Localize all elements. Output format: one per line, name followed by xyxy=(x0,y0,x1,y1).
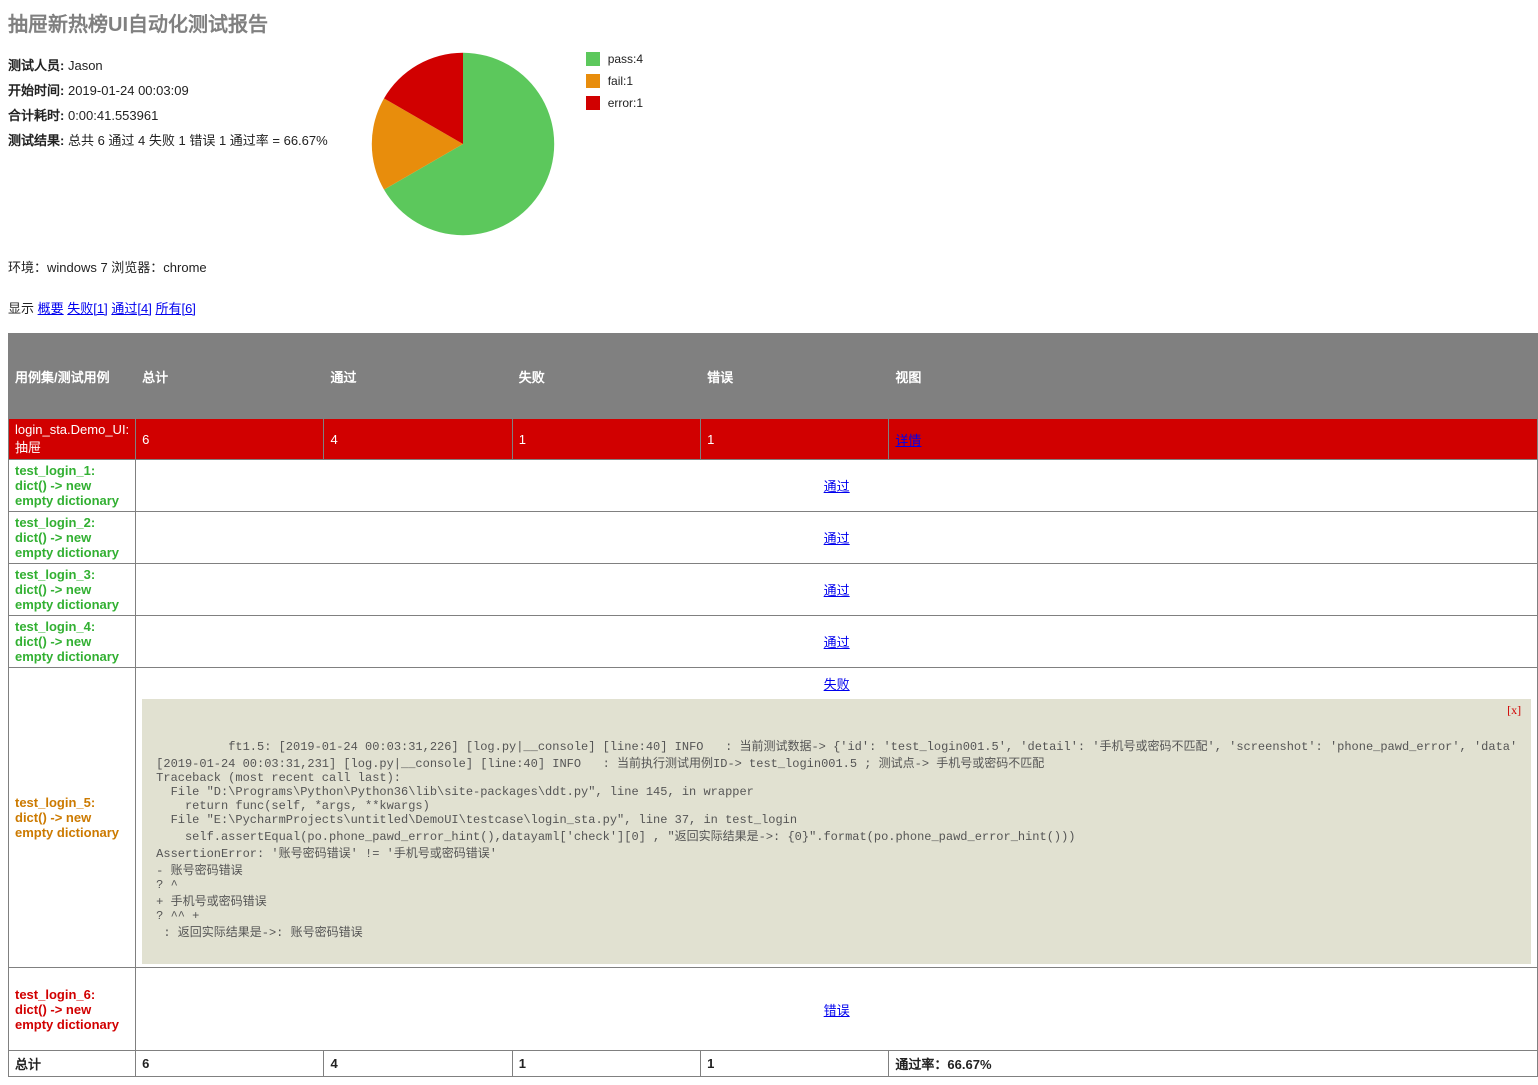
test6-view[interactable]: 错误 xyxy=(824,1003,850,1018)
test-row-1: test_login_1: dict() -> new empty dictio… xyxy=(9,460,1538,512)
totals-fail: 1 xyxy=(512,1051,700,1077)
group-fail: 1 xyxy=(512,419,700,460)
test1-name: test_login_1: dict() -> new empty dictio… xyxy=(9,460,136,512)
show-pass-link[interactable]: 通过[4] xyxy=(111,301,151,316)
swatch-fail-icon xyxy=(586,74,600,88)
legend-fail-label: fail:1 xyxy=(608,74,633,88)
pie-chart xyxy=(368,49,558,239)
group-error: 1 xyxy=(701,419,889,460)
duration-label: 合计耗时: xyxy=(8,108,64,123)
test3-name: test_login_3: dict() -> new empty dictio… xyxy=(9,564,136,616)
test1-view[interactable]: 通过 xyxy=(824,479,850,494)
show-prefix: 显示 xyxy=(8,301,38,316)
totals-rate: 通过率：66.67% xyxy=(889,1051,1538,1077)
meta-block: 测试人员: Jason 开始时间: 2019-01-24 00:03:09 合计… xyxy=(8,49,328,155)
test2-name: test_login_2: dict() -> new empty dictio… xyxy=(9,512,136,564)
col-suite: 用例集/测试用例 xyxy=(9,334,136,419)
test-row-4: test_login_4: dict() -> new empty dictio… xyxy=(9,616,1538,668)
environment: 环境：windows 7 浏览器：chrome xyxy=(8,257,1530,276)
result-table: 用例集/测试用例 总计 通过 失败 错误 视图 错误截图 login_sta.D… xyxy=(8,333,1538,1077)
duration-value: 0:00:41.553961 xyxy=(68,108,158,123)
tester-label: 测试人员: xyxy=(8,58,64,73)
group-total: 6 xyxy=(136,419,324,460)
start-value: 2019-01-24 00:03:09 xyxy=(68,83,189,98)
test5-log-text: ft1.5: [2019-01-24 00:03:31,226] [log.py… xyxy=(156,740,1517,940)
show-line: 显示 概要 失败[1] 通过[4] 所有[6] xyxy=(8,298,1530,317)
group-pass: 4 xyxy=(324,419,512,460)
col-fail: 失败 xyxy=(512,334,700,419)
test-row-5: test_login_5: dict() -> new empty dictio… xyxy=(9,668,1538,968)
log-close-button[interactable]: [x] xyxy=(1507,703,1521,718)
test4-view[interactable]: 通过 xyxy=(824,635,850,650)
test6-name: test_login_6: dict() -> new empty dictio… xyxy=(9,968,136,1051)
test-row-6: test_login_6: dict() -> new empty dictio… xyxy=(9,968,1538,1051)
show-summary-link[interactable]: 概要 xyxy=(38,301,64,316)
group-row: login_sta.Demo_UI: 抽屉 6 4 1 1 详情 xyxy=(9,419,1538,460)
legend-error-label: error:1 xyxy=(608,96,643,110)
swatch-pass-icon xyxy=(586,52,600,66)
legend-fail: fail:1 xyxy=(586,74,643,88)
col-error: 错误 xyxy=(701,334,889,419)
totals-error: 1 xyxy=(701,1051,889,1077)
show-all-link[interactable]: 所有[6] xyxy=(155,301,195,316)
test5-log: [x] ft1.5: [2019-01-24 00:03:31,226] [lo… xyxy=(142,699,1531,964)
test4-name: test_login_4: dict() -> new empty dictio… xyxy=(9,616,136,668)
test5-view[interactable]: 失败 xyxy=(824,677,850,692)
totals-label: 总计 xyxy=(9,1051,136,1077)
totals-row: 总计 6 4 1 1 通过率：66.67% xyxy=(9,1051,1538,1077)
group-name: login_sta.Demo_UI: 抽屉 xyxy=(9,419,136,460)
totals-pass: 4 xyxy=(324,1051,512,1077)
tester-value: Jason xyxy=(68,58,103,73)
table-header-row: 用例集/测试用例 总计 通过 失败 错误 视图 错误截图 xyxy=(9,334,1538,419)
page-title: 抽屉新热榜UI自动化测试报告 xyxy=(8,8,1530,37)
col-view: 视图 xyxy=(889,334,1538,419)
col-pass: 通过 xyxy=(324,334,512,419)
test-row-3: test_login_3: dict() -> new empty dictio… xyxy=(9,564,1538,616)
result-label: 测试结果: xyxy=(8,133,64,148)
totals-total: 6 xyxy=(136,1051,324,1077)
group-detail-link[interactable]: 详情 xyxy=(895,433,921,448)
legend-error: error:1 xyxy=(586,96,643,110)
test-row-2: test_login_2: dict() -> new empty dictio… xyxy=(9,512,1538,564)
test5-name: test_login_5: dict() -> new empty dictio… xyxy=(9,668,136,968)
swatch-error-icon xyxy=(586,96,600,110)
col-total: 总计 xyxy=(136,334,324,419)
test2-view[interactable]: 通过 xyxy=(824,531,850,546)
result-value: 总共 6 通过 4 失败 1 错误 1 通过率 = 66.67% xyxy=(68,133,328,148)
pie-legend: pass:4 fail:1 error:1 xyxy=(586,49,643,118)
show-fail-link[interactable]: 失败[1] xyxy=(67,301,107,316)
start-label: 开始时间: xyxy=(8,83,64,98)
test3-view[interactable]: 通过 xyxy=(824,583,850,598)
legend-pass: pass:4 xyxy=(586,52,643,66)
legend-pass-label: pass:4 xyxy=(608,52,643,66)
